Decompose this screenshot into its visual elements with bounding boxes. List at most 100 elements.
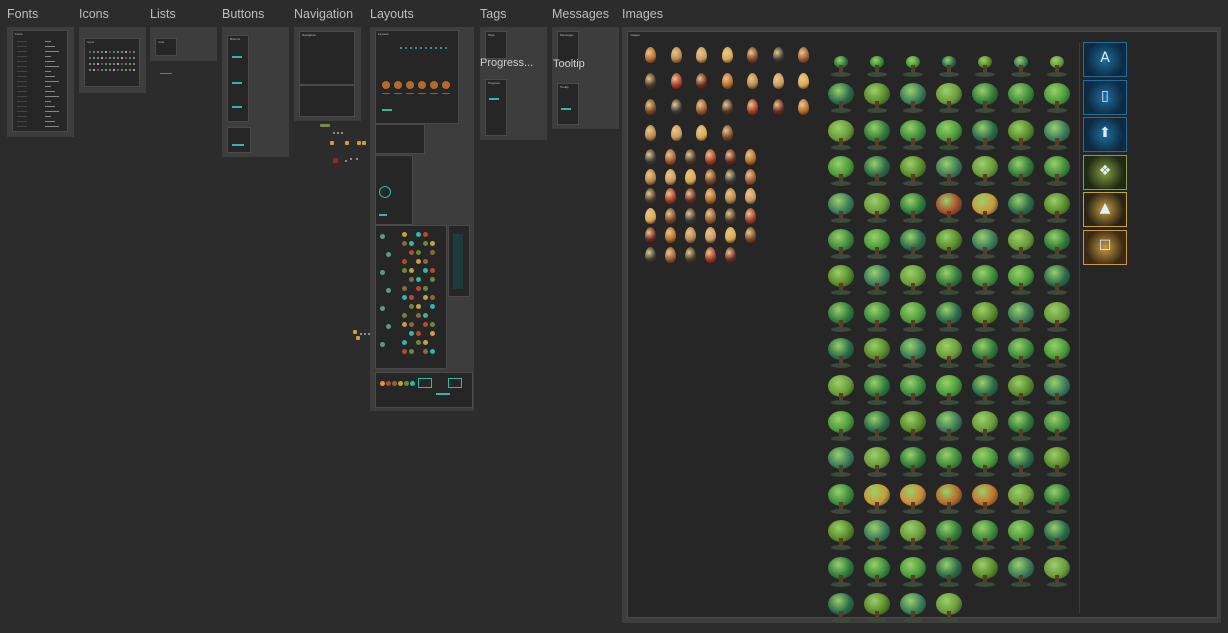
seed-image[interactable] [745, 149, 756, 165]
navigation-frame[interactable]: Navigation [294, 27, 361, 121]
inventory-item[interactable] [409, 295, 414, 300]
tree-image[interactable] [862, 410, 892, 442]
inventory-item[interactable] [402, 268, 407, 273]
tree-image[interactable] [862, 192, 892, 224]
inventory-item[interactable] [430, 331, 435, 336]
tree-image[interactable] [862, 82, 892, 114]
inventory-item[interactable] [386, 288, 391, 293]
inventory-item[interactable] [380, 234, 385, 239]
tree-image[interactable] [862, 155, 892, 187]
seed-image[interactable] [772, 47, 784, 63]
inventory-item[interactable] [386, 324, 391, 329]
seed-slot[interactable] [380, 381, 385, 386]
inventory-item[interactable] [423, 295, 428, 300]
seed-image[interactable] [645, 188, 656, 204]
seed-image[interactable] [685, 168, 696, 185]
tree-image[interactable] [970, 155, 1000, 187]
tree-image[interactable] [934, 46, 964, 78]
inventory-item[interactable] [416, 259, 421, 264]
seed-image[interactable] [772, 73, 784, 89]
seed-image[interactable] [670, 47, 682, 63]
seed-image[interactable] [725, 188, 736, 204]
tree-image[interactable] [1006, 337, 1036, 369]
inventory-item[interactable] [402, 313, 407, 318]
tree-image[interactable] [1006, 155, 1036, 187]
seed-image[interactable] [705, 227, 716, 243]
seed-image[interactable] [725, 168, 736, 185]
tree-image[interactable] [1042, 264, 1072, 296]
tree-image[interactable] [898, 483, 928, 515]
tree-image[interactable] [1042, 556, 1072, 588]
tree-image[interactable] [898, 228, 928, 260]
tree-image[interactable] [1006, 119, 1036, 151]
seed-image[interactable] [721, 99, 733, 115]
seed-image[interactable] [645, 227, 656, 243]
seed-image[interactable] [665, 207, 676, 224]
tree-image[interactable] [898, 592, 928, 624]
seed-slot[interactable] [392, 381, 397, 386]
inventory-item[interactable] [402, 295, 407, 300]
tree-image[interactable] [934, 155, 964, 187]
seed-image[interactable] [772, 99, 784, 115]
seed-image[interactable] [665, 227, 676, 243]
seed-slot[interactable] [386, 381, 391, 386]
inventory-item[interactable] [430, 349, 435, 354]
tree-image[interactable] [826, 228, 856, 260]
inventory-item[interactable] [402, 340, 407, 345]
fonts-frame[interactable]: Fonts [7, 27, 74, 137]
tree-image[interactable] [1042, 82, 1072, 114]
tree-image[interactable] [1006, 483, 1036, 515]
seed-image[interactable] [645, 47, 656, 63]
section-title-layouts[interactable]: Layouts [370, 7, 414, 21]
tree-image[interactable] [970, 264, 1000, 296]
tree-image[interactable] [1006, 556, 1036, 588]
inventory-item[interactable] [430, 250, 435, 255]
tree-image[interactable] [1042, 483, 1072, 515]
section-title-lists[interactable]: Lists [150, 7, 176, 21]
inventory-item[interactable] [409, 331, 414, 336]
tree-image[interactable] [1042, 192, 1072, 224]
layout-button[interactable] [379, 214, 387, 216]
tree-image[interactable] [1006, 228, 1036, 260]
inventory-item[interactable] [402, 349, 407, 354]
seed-image[interactable] [725, 207, 736, 224]
tree-image[interactable] [934, 483, 964, 515]
messages-frame[interactable]: Messages Tooltip [552, 27, 619, 129]
seed-image[interactable] [798, 47, 809, 63]
inventory-item[interactable] [416, 331, 421, 336]
inventory-item[interactable] [416, 340, 421, 345]
tree-image[interactable] [1006, 410, 1036, 442]
seed-image[interactable] [696, 99, 707, 115]
layout-button[interactable] [436, 393, 450, 395]
seed-image[interactable] [670, 73, 682, 89]
inventory-item[interactable] [409, 277, 414, 282]
images-frame[interactable]: Images A ▯ ⬆ ❖ ▲ ☐ [622, 27, 1221, 623]
seed-image[interactable] [645, 149, 656, 165]
inventory-item[interactable] [380, 270, 385, 275]
inventory-item[interactable] [380, 306, 385, 311]
rune-card[interactable]: ▯ [1083, 79, 1127, 115]
tree-image[interactable] [862, 556, 892, 588]
inventory-item[interactable] [423, 232, 428, 237]
seed-image[interactable] [798, 99, 809, 115]
section-title-fonts[interactable]: Fonts [7, 7, 38, 21]
inventory-item[interactable] [409, 241, 414, 246]
section-title-navigation[interactable]: Navigation [294, 7, 353, 21]
tree-image[interactable] [826, 556, 856, 588]
tree-image[interactable] [970, 519, 1000, 551]
inventory-item[interactable] [416, 313, 421, 318]
seed-image[interactable] [798, 73, 809, 89]
tree-image[interactable] [970, 446, 1000, 478]
inventory-item[interactable] [423, 340, 428, 345]
tree-image[interactable] [970, 228, 1000, 260]
seed-image[interactable] [665, 188, 676, 204]
seed-image[interactable] [747, 47, 758, 63]
tree-image[interactable] [898, 119, 928, 151]
inventory-item[interactable] [423, 349, 428, 354]
tree-image[interactable] [1006, 519, 1036, 551]
section-title-images[interactable]: Images [622, 7, 663, 21]
tree-image[interactable] [898, 155, 928, 187]
inventory-item[interactable] [409, 250, 414, 255]
buttons-frame[interactable]: Buttons [222, 27, 289, 157]
tree-image[interactable] [970, 119, 1000, 151]
